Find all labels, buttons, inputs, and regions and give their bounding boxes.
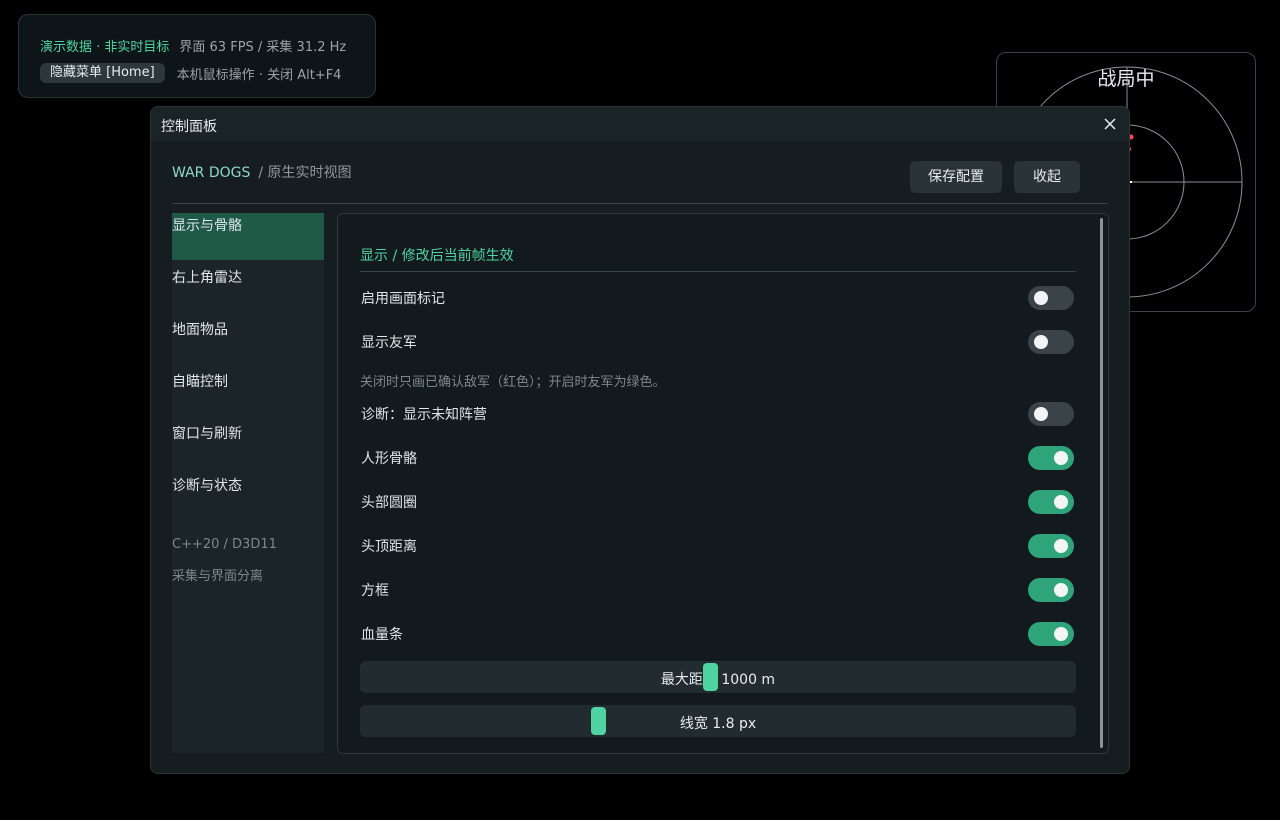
toggle-head-circle[interactable] — [1028, 490, 1074, 514]
brand-header: WAR DOGS / 原生实时视图 — [172, 162, 352, 182]
sidebar-item-label: 显示与骨骼 — [172, 218, 242, 234]
slider-thumb[interactable] — [703, 663, 718, 691]
hud-mode-text: 演示数据 · 非实时目标 — [40, 40, 170, 55]
toggle-enable-markers[interactable] — [1028, 286, 1074, 310]
toggle-head-distance[interactable] — [1028, 534, 1074, 558]
line-width-slider[interactable]: 线宽 1.8 px — [360, 705, 1076, 737]
sidebar-item-aim-control[interactable]: 自瞄控制 — [172, 369, 324, 421]
toggle-unknown-faction[interactable] — [1028, 402, 1074, 426]
sidebar-footer-note: 采集与界面分离 — [172, 569, 264, 584]
section-divider — [360, 271, 1076, 272]
close-button[interactable] — [1101, 115, 1119, 133]
content-scrollbar[interactable] — [1100, 218, 1103, 748]
setting-label: 血量条 — [361, 627, 403, 643]
setting-row-head-circle: 头部圆圈 — [360, 488, 1074, 516]
sidebar-item-label: 自瞄控制 — [172, 374, 228, 390]
control-panel-window: 控制面板 WAR DOGS / 原生实时视图 保存配置 收起 显示与骨骼 右上角雷… — [150, 106, 1130, 774]
sidebar-item-ground-items[interactable]: 地面物品 — [172, 317, 324, 369]
slider-thumb[interactable] — [591, 707, 606, 735]
hud-help-text: 本机鼠标操作 · 关闭 Alt+F4 — [176, 67, 342, 83]
sidebar-item-label: 右上角雷达 — [172, 270, 242, 286]
slider-value-text: 最大距离 1000 m — [660, 672, 776, 688]
toggle-knob — [1054, 495, 1068, 509]
sidebar-footer-tech: C++20 / D3D11 — [172, 537, 277, 552]
setting-label: 人形骨骼 — [361, 451, 417, 467]
header-divider — [172, 203, 1108, 204]
toggle-knob — [1054, 627, 1068, 641]
toggle-knob — [1034, 407, 1048, 421]
setting-label: 头部圆圈 — [361, 495, 417, 511]
setting-row-show-friendly: 显示友军 — [360, 328, 1074, 356]
toggle-show-friendly[interactable] — [1028, 330, 1074, 354]
sidebar-item-label: 窗口与刷新 — [172, 426, 242, 442]
sidebar-item-label: 地面物品 — [172, 322, 228, 338]
hud-help-row: 隐藏菜单 [Home] 本机鼠标操作 · 关闭 Alt+F4 — [40, 63, 341, 83]
radar-status-text: 战局中 — [1097, 68, 1155, 90]
sidebar-item-window-refresh[interactable]: 窗口与刷新 — [172, 421, 324, 473]
hud-stats-text: 界面 63 FPS / 采集 31.2 Hz — [179, 40, 347, 55]
hide-menu-badge: 隐藏菜单 [Home] — [40, 63, 165, 83]
toggle-knob — [1054, 539, 1068, 553]
sidebar-item-label: 诊断与状态 — [172, 478, 242, 494]
setting-row-box: 方框 — [360, 576, 1074, 604]
setting-label: 方框 — [361, 583, 389, 599]
setting-row-unknown-faction: 诊断：显示未知阵营 — [360, 400, 1074, 428]
setting-row-enable-markers: 启用画面标记 — [360, 284, 1074, 312]
collapse-button[interactable]: 收起 — [1014, 161, 1080, 193]
setting-row-head-distance: 头顶距离 — [360, 532, 1074, 560]
slider-value-text: 线宽 1.8 px — [679, 716, 757, 732]
sidebar-item-display-skeleton[interactable]: 显示与骨骼 — [172, 213, 324, 260]
brand-subtitle: / 原生实时视图 — [258, 165, 352, 181]
setting-row-health-bar: 血量条 — [360, 620, 1074, 648]
hud-overlay: 演示数据 · 非实时目标 界面 63 FPS / 采集 31.2 Hz 隐藏菜单 … — [18, 14, 376, 98]
setting-label: 启用画面标记 — [361, 291, 445, 307]
window-title: 控制面板 — [161, 119, 217, 135]
setting-label: 诊断：显示未知阵营 — [361, 407, 487, 423]
brand-name: WAR DOGS — [172, 165, 251, 181]
setting-row-skeleton: 人形骨骼 — [360, 444, 1074, 472]
max-distance-slider[interactable]: 最大距离 1000 m — [360, 661, 1076, 693]
toggle-knob — [1034, 291, 1048, 305]
friendly-hint-text: 关闭时只画已确认敌军（红色）；开启时友军为绿色。 — [360, 375, 666, 390]
toggle-health-bar[interactable] — [1028, 622, 1074, 646]
settings-content: 显示 / 修改后当前帧生效 启用画面标记 显示友军 关闭时只画已确认敌军（红色）… — [337, 213, 1109, 754]
toggle-box[interactable] — [1028, 578, 1074, 602]
toggle-skeleton[interactable] — [1028, 446, 1074, 470]
toggle-knob — [1034, 335, 1048, 349]
sidebar-nav: 显示与骨骼 右上角雷达 地面物品 自瞄控制 窗口与刷新 诊断与状态 C++20 … — [172, 213, 324, 753]
section-title: 显示 / 修改后当前帧生效 — [360, 248, 514, 264]
window-titlebar[interactable]: 控制面板 — [151, 107, 1129, 141]
hud-status-row: 演示数据 · 非实时目标 界面 63 FPS / 采集 31.2 Hz — [40, 36, 346, 55]
close-icon — [1104, 118, 1116, 130]
save-config-button[interactable]: 保存配置 — [910, 161, 1002, 193]
sidebar-item-radar[interactable]: 右上角雷达 — [172, 265, 324, 317]
sidebar-item-diagnostics[interactable]: 诊断与状态 — [172, 473, 324, 525]
toggle-knob — [1054, 583, 1068, 597]
setting-label: 显示友军 — [361, 335, 417, 351]
toggle-knob — [1054, 451, 1068, 465]
setting-label: 头顶距离 — [361, 539, 417, 555]
